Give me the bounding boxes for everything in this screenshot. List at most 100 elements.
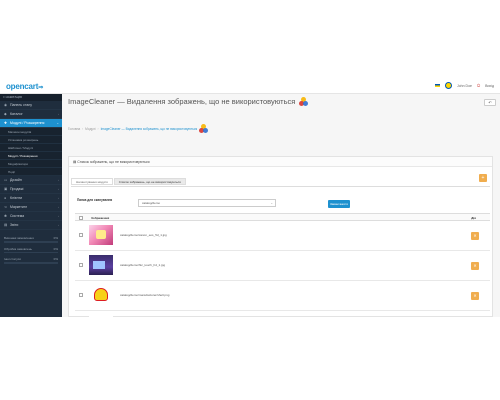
chevron-right-icon: › [58,178,59,182]
tabs-divider [71,186,490,187]
chevron-right-icon: › [58,223,59,227]
sidebar-subitem-label: Модулі / Розширення [8,154,38,158]
folder-select-value: catalog/demo [142,201,161,205]
logout-link[interactable]: Вихід [485,84,494,88]
sidebar-item-system[interactable]: ✱ Система › [0,212,62,221]
back-button[interactable]: ↶ [484,99,496,106]
breadcrumb-home[interactable]: Головна [68,127,80,131]
folder-select[interactable]: catalog/demo ⌄ [138,199,276,207]
breadcrumb-separator: › [97,126,99,131]
breadcrumb: Головна › Модулі › ImageCleaner — Видале… [68,124,209,133]
opencart-logo[interactable]: opencart⇒ [6,82,43,91]
chevron-right-icon: › [58,214,59,218]
user-name[interactable]: John Doe [457,84,472,88]
sidebar-item-design[interactable]: ▭ Дизайн › [0,176,62,185]
progress-other: Інші статуси 0% [4,257,58,264]
progress-complete: Виконані замовлення 0% [4,236,58,243]
progress-label: Обробка замовлень [4,246,32,251]
delete-button[interactable]: ✕ [471,232,479,240]
images-panel: ▤ Список зображень, що не використовують… [68,156,493,317]
sidebar-item-label: Каталог [10,112,23,116]
chevron-down-icon: ⌄ [56,121,59,125]
row-checkbox[interactable] [79,263,83,267]
avatar[interactable] [444,82,452,89]
puzzle-icon: ✚ [4,121,7,125]
progress-processing: Обробка замовлень 0% [4,246,58,253]
chevron-right-icon: › [58,205,59,209]
sidebar-item-label: Клієнти [10,196,23,200]
delete-button[interactable]: ✕ [471,292,479,300]
sidebar-item-reports[interactable]: ▤ Звіти › [0,221,62,230]
select-all-checkbox[interactable] [79,216,83,220]
top-header: opencart⇒ John Doe ⏻ Вихід [0,77,500,94]
sidebar-item-label: Продажі [10,187,24,191]
chart-icon: ▤ [4,223,8,227]
cart-icon: ▣ [4,187,8,191]
image-thumbnail [89,225,113,245]
imagecleaner-logo-icon [199,124,209,133]
row-checkbox[interactable] [79,293,83,297]
progress-value: 0% [53,246,58,251]
panel-heading: ▤ Список зображень, що не використовують… [69,157,492,167]
main-content: ImageCleaner — Видалення зображень, що н… [62,94,500,317]
add-button[interactable]: + [479,174,487,182]
sidebar-item-extensions[interactable]: ✚ Модулі / Розширення ⌄ [0,119,62,128]
nav-heading: ≡ НАВІГАЦІЯ [0,94,62,101]
logout-icon[interactable]: ⏻ [477,83,480,88]
desktop-icon: ▭ [4,178,8,182]
table-row: catalog/demo/canon_eos_5d_1.jpg ✕ [75,221,490,251]
sidebar: ≡ НАВІГАЦІЯ ◉ Панель стану ◆ Каталог › ✚ Мод… [0,94,62,317]
image-path: catalog/demo/manufacturer/shell.png [120,293,170,297]
sidebar-item-label: Система [10,214,25,218]
sidebar-subitem-label: Шаблони / Модулі [8,146,34,150]
sidebar-item-label: Модулі / Розширення [10,121,45,125]
tab-unused-images[interactable]: Список зображень, що не використовуються [113,178,186,185]
sidebar-subitem-label: Установка розширень [8,138,39,142]
table-row: ✕ [75,311,490,317]
logo-text: opencart [6,82,39,91]
sidebar-item-marketing[interactable]: ⋖ Маркетинг › [0,203,62,212]
chevron-right-icon: › [58,187,59,191]
table-row: catalog/demo/manufacturer/shell.png ✕ [75,281,490,311]
sidebar-item-label: Звіти [10,223,19,227]
breadcrumb-separator: › [82,126,84,131]
sidebar-item-sales[interactable]: ▣ Продажі › [0,185,62,194]
progress-bar [4,262,58,264]
page-title-text: ImageCleaner — Видалення зображень, що н… [68,97,296,106]
sidebar-item-label: Панель стану [10,103,33,107]
sidebar-item-dashboard[interactable]: ◉ Панель стану [0,101,62,110]
nav-heading-label: НАВІГАЦІЯ [5,95,22,99]
progress-label: Виконані замовлення [4,236,34,240]
sidebar-item-label: Дизайн [10,178,22,182]
share-icon: ⋖ [4,205,7,209]
header-user-area: John Doe ⏻ Вихід [434,82,494,89]
image-path: catalog/demo/canon_eos_5d_1.jpg [120,233,167,237]
sidebar-subitem-label: Модифікатори [8,162,29,166]
sidebar-subitem-extensions[interactable]: Модулі / Розширення [0,152,62,160]
row-checkbox[interactable] [79,233,83,237]
dashboard-icon: ◉ [4,103,8,107]
tab-module-settings[interactable]: Налаштування модуля [71,178,113,185]
sidebar-subitem-templates[interactable]: Шаблони / Модулі [0,144,62,152]
progress-bar [4,241,58,243]
sidebar-subitem-modifications[interactable]: Модифікатори [0,160,62,168]
sidebar-subitem-installer[interactable]: Установка розширень [0,136,62,144]
delete-button[interactable]: ✕ [471,262,479,270]
ukraine-flag-icon[interactable] [434,83,440,88]
breadcrumb-current[interactable]: ImageCleaner — Видалення зображень, що н… [101,127,198,131]
progress-label: Інші статуси [4,257,21,261]
table-row: catalog/demo/htc_touch_hd_1.jpg ✕ [75,251,490,281]
chevron-down-icon: ⌄ [270,201,273,205]
chevron-right-icon: › [58,112,59,116]
sidebar-subitem-events[interactable]: Події [0,168,62,176]
logo-cart-icon: ⇒ [38,85,44,91]
table-header: Зображення Дія [75,213,490,221]
progress-value: 0% [53,257,58,261]
tag-icon: ◆ [4,112,7,116]
breadcrumb-modules[interactable]: Модулі [85,127,95,131]
sidebar-item-catalog[interactable]: ◆ Каталог › [0,110,62,119]
sidebar-item-customers[interactable]: ● Клієнти › [0,194,62,203]
load-button[interactable]: Завантажити [328,200,350,208]
sidebar-subitem-marketplace[interactable]: Магазин модулів [0,128,62,136]
panel-tabs: Налаштування модуля Список зображень, що… [71,178,186,185]
